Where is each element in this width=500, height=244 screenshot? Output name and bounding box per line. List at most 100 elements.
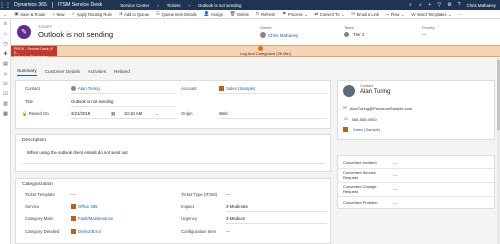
tab-summary[interactable]: Summary	[17, 68, 37, 76]
converted-problem-field[interactable]: ---	[393, 200, 397, 205]
team-field[interactable]: Tier 2	[344, 32, 364, 37]
record-type-label: TICKET	[38, 24, 53, 29]
process-tag[interactable]: PROV - Service Desk (P E... Active for 2…	[11, 46, 57, 59]
ticket-template-field[interactable]: ---	[71, 192, 75, 197]
tab-customer-details[interactable]: Customer Details	[45, 69, 80, 76]
urgency-field[interactable]: 3-Medium	[226, 216, 245, 221]
impact-field[interactable]: 3-Moderate	[226, 204, 248, 209]
row-divider	[338, 182, 498, 183]
configuration-item-field[interactable]: ---	[226, 229, 230, 234]
converted-service-request-label: Converted Service Request	[343, 170, 376, 180]
service-lookup[interactable]: Office 365	[71, 204, 98, 210]
active-stage-label[interactable]: Log And Categorize (26 Min)	[240, 51, 291, 56]
owner-field[interactable]: Chris Mahaney	[260, 32, 298, 38]
contact-email-row[interactable]: ✉ AlanTuring@ProvanceSample.com	[343, 105, 412, 111]
refresh-button[interactable]: ↻ Refresh	[252, 11, 278, 17]
description-field[interactable]: When using the outlook client emails do …	[27, 150, 128, 155]
category-detailed-value: Defect/Error	[78, 229, 102, 234]
email-link-button[interactable]: ✉ Email a Link	[348, 11, 382, 17]
email-icon: ✉	[343, 105, 347, 110]
process-name: PROV - Service Desk (P E...	[14, 47, 54, 56]
ticket-type-field[interactable]: ---	[226, 192, 230, 197]
breadcrumb-item[interactable]: Tickets	[167, 3, 181, 8]
calendar-icon[interactable]: ▦	[111, 111, 115, 117]
contact-value: Alan Turing	[78, 86, 100, 91]
converted-incident-field[interactable]: ---	[393, 160, 397, 165]
queue-item-details-button[interactable]: ☰ Queue Item Details	[153, 11, 200, 17]
tab-related[interactable]: Related	[114, 69, 130, 76]
lightbulb-icon[interactable]: ☼	[418, 2, 423, 8]
help-icon[interactable]: ?	[458, 2, 461, 8]
origin-field[interactable]: Web	[219, 111, 228, 116]
description-section: Description When using the outlook clien…	[15, 134, 331, 172]
menu-icon[interactable]: ≡	[0, 19, 11, 29]
phone-icon[interactable]: ☏	[0, 79, 11, 89]
contact-email: AlanTuring@ProvanceSample.com	[349, 105, 413, 111]
contact-card: Contact Alan Turing ✉ AlanTuring@Provance…	[337, 80, 495, 140]
save-route-button[interactable]: ▣ Save & Route	[11, 11, 49, 17]
account-label: Account	[181, 86, 197, 91]
contact-account-row[interactable]: Sales (Sample)	[343, 127, 380, 132]
assign-button[interactable]: 👤 Assign	[200, 11, 226, 17]
breadcrumb-item[interactable]: Service Center	[120, 3, 149, 8]
process-button[interactable]: ⚑ Process ⌄	[279, 11, 311, 17]
row-divider	[338, 196, 498, 197]
left-sidebar: ≡ ⌂ ◷ ✚ ▤ ☺ ☏ ☑ ▥ ▦	[0, 19, 11, 244]
filter-icon[interactable]: ▽	[437, 2, 441, 8]
flow-button[interactable]: ⤳ Flow ⌄	[382, 12, 408, 17]
raised-on-date-field[interactable]: 3/21/2019	[71, 111, 90, 116]
category-icon	[71, 229, 76, 235]
convert-to-button[interactable]: ⇄ Convert To ⌄	[311, 11, 348, 17]
converted-change-request-field[interactable]: ---	[393, 186, 397, 191]
account-lookup[interactable]: Sales (Sample)	[219, 86, 255, 92]
pinned-icon[interactable]: ✚	[0, 49, 11, 59]
ticket-type-label: Ticket Type (ITSM)	[181, 192, 218, 197]
ticket-icon[interactable]: ▤	[0, 59, 11, 69]
recent-icon[interactable]: ◷	[0, 39, 11, 49]
more-commands-button[interactable]: ⋯	[455, 12, 466, 17]
user-name[interactable]: Chris Mahaney	[466, 3, 496, 8]
category-detailed-label: Category Detailed	[25, 229, 60, 234]
contact-phone: 555-555-0000	[351, 116, 377, 122]
back-button[interactable]: ←	[0, 12, 11, 17]
tab-activities[interactable]: Activities	[88, 69, 106, 76]
plus-icon[interactable]: +	[428, 2, 431, 8]
add-to-queue-button[interactable]: ⇉ Add to Queue	[115, 11, 152, 17]
apply-routing-rule-button[interactable]: ✓ Apply Routing Rule	[68, 11, 115, 17]
priority-field[interactable]: ---	[422, 32, 427, 37]
command-label: Process	[287, 11, 303, 17]
book-icon[interactable]: ▥	[0, 99, 11, 109]
lock-icon: 🔒	[22, 111, 28, 116]
chevron-down-icon: ⌄	[448, 11, 452, 17]
raised-on-time-field[interactable]: 10:10 AM	[124, 111, 142, 116]
gear-icon[interactable]: ⚙	[447, 2, 451, 8]
team-value: Tier 2	[353, 32, 365, 37]
active-stage-marker[interactable]	[258, 45, 263, 51]
plus-icon: +	[52, 11, 55, 17]
field-underline	[226, 211, 327, 212]
category-main-lookup[interactable]: Fault/Maintenance	[71, 216, 113, 222]
delete-button[interactable]: 🗑 Delete	[226, 11, 252, 17]
category-detailed-lookup[interactable]: Defect/Error	[71, 229, 102, 235]
clock-icon[interactable]: ⌄	[155, 111, 159, 117]
person-icon[interactable]: ☺	[0, 69, 11, 79]
priority-label: Priority	[422, 25, 435, 30]
converted-service-request-field[interactable]: ---	[393, 172, 397, 177]
contact-card-name[interactable]: Alan Turing	[360, 89, 390, 95]
service-icon	[71, 204, 76, 210]
app-name[interactable]: Dynamics 365	[14, 2, 47, 8]
app-launcher-icon[interactable]: ⋮⋮	[0, 0, 11, 10]
contact-phone-row[interactable]: ☏ 555-555-0000	[343, 116, 377, 122]
chart-icon[interactable]: ▦	[0, 109, 11, 119]
task-icon[interactable]: ☑	[0, 89, 11, 99]
categorization-title: Categorization	[22, 182, 53, 187]
new-button[interactable]: + New	[49, 12, 68, 17]
record-header: ✎ TICKET Outlook is not sending Owner Ch…	[11, 19, 500, 45]
word-templates-button[interactable]: W Word Templates ⌄	[408, 12, 455, 17]
title-field[interactable]: Outlook is not sending	[71, 99, 114, 104]
search-icon[interactable]: ⌕	[409, 2, 412, 8]
home-icon[interactable]: ⌂	[0, 29, 11, 39]
module-name[interactable]: ITSM Service Desk	[58, 2, 102, 8]
contact-lookup[interactable]: Alan Turing	[71, 86, 100, 92]
row-divider	[338, 168, 498, 169]
